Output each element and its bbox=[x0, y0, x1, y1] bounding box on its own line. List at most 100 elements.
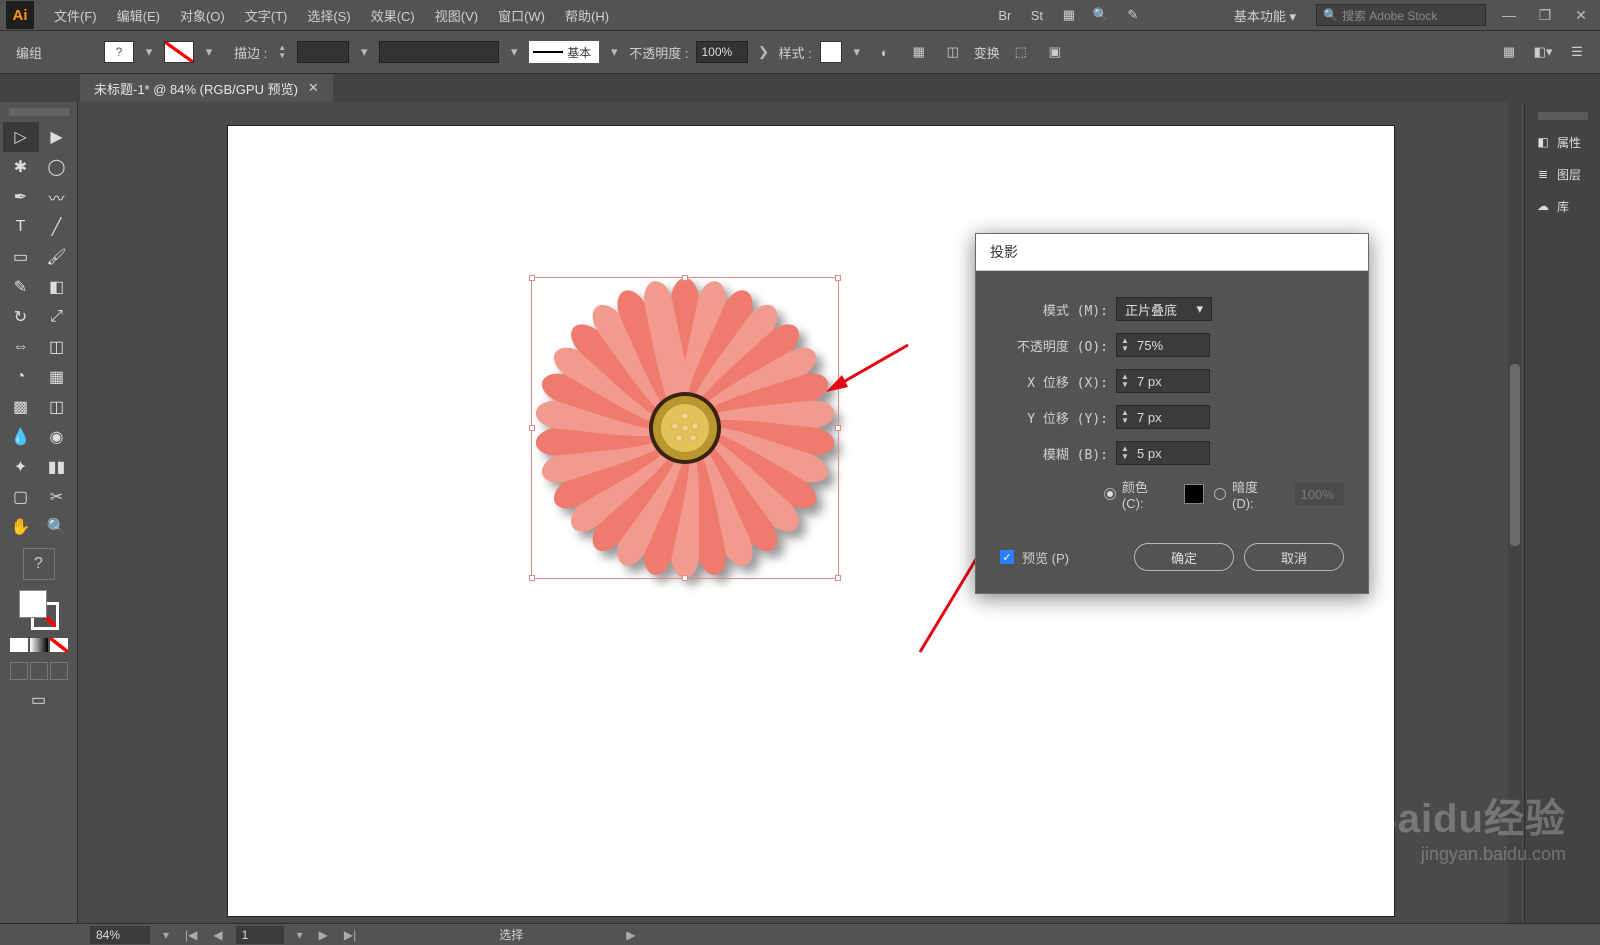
brush-definition[interactable] bbox=[379, 41, 499, 63]
window-close-button[interactable]: ✕ bbox=[1568, 5, 1594, 25]
window-maximize-button[interactable]: ❐ bbox=[1532, 5, 1558, 25]
next-artboard-button[interactable]: ▶ bbox=[316, 928, 331, 942]
eraser-tool[interactable]: ◧ bbox=[39, 272, 75, 302]
menu-effect[interactable]: 效果(C) bbox=[361, 6, 425, 25]
prev-artboard-button[interactable]: ◀ bbox=[210, 928, 225, 942]
handle-tl[interactable] bbox=[529, 275, 535, 281]
stroke-weight-input[interactable] bbox=[297, 41, 349, 63]
menu-object[interactable]: 对象(O) bbox=[170, 6, 235, 25]
handle-mr[interactable] bbox=[835, 425, 841, 431]
stroke-profile-dropdown[interactable]: ▾ bbox=[607, 41, 621, 63]
mask-icon[interactable]: ▣ bbox=[1042, 39, 1068, 65]
shaper-tool[interactable]: ✎ bbox=[3, 272, 39, 302]
artboard-tool[interactable]: ▢ bbox=[3, 482, 39, 512]
fill-stroke-control[interactable] bbox=[19, 590, 59, 630]
x-offset-input[interactable]: ▲▼7 px bbox=[1116, 369, 1210, 393]
handle-ml[interactable] bbox=[529, 425, 535, 431]
unknown-fill-indicator[interactable]: ? bbox=[23, 548, 55, 580]
stock-icon[interactable]: St bbox=[1026, 4, 1048, 26]
handle-tm[interactable] bbox=[682, 275, 688, 281]
curvature-tool[interactable]: 〰 bbox=[39, 182, 75, 212]
line-tool[interactable]: ╱ bbox=[39, 212, 75, 242]
symbol-sprayer-tool[interactable]: ✦ bbox=[3, 452, 39, 482]
menu-type[interactable]: 文字(T) bbox=[235, 6, 298, 25]
y-offset-input[interactable]: ▲▼7 px bbox=[1116, 405, 1210, 429]
type-tool[interactable]: T bbox=[3, 212, 39, 242]
fill-swatch-dropdown[interactable]: ▾ bbox=[142, 41, 156, 63]
style-swatch[interactable] bbox=[820, 41, 842, 63]
isolate-icon[interactable]: ⬚ bbox=[1008, 39, 1034, 65]
panel-toggle-icon[interactable]: ◧▾ bbox=[1530, 39, 1556, 65]
handle-bl[interactable] bbox=[529, 575, 535, 581]
mesh-tool[interactable]: ▩ bbox=[3, 392, 39, 422]
arrange-icon[interactable]: ▦ bbox=[1058, 4, 1080, 26]
selection-tool[interactable]: ▷ bbox=[3, 122, 39, 152]
stroke-weight-dropdown[interactable]: ▾ bbox=[357, 41, 371, 63]
zoom-tool[interactable]: 🔍 bbox=[39, 512, 75, 542]
handle-bm[interactable] bbox=[682, 575, 688, 581]
menu-window[interactable]: 窗口(W) bbox=[488, 6, 555, 25]
mode-none[interactable] bbox=[50, 638, 68, 652]
handle-br[interactable] bbox=[835, 575, 841, 581]
hand-tool[interactable]: ✋ bbox=[3, 512, 39, 542]
color-radio[interactable]: 颜色 (C): bbox=[1104, 477, 1172, 511]
brush-dropdown[interactable]: ▾ bbox=[507, 41, 521, 63]
mode-color[interactable] bbox=[10, 638, 28, 652]
shape-icon[interactable]: ◫ bbox=[940, 39, 966, 65]
workspace-switcher[interactable]: 基本功能 ▾ bbox=[1224, 6, 1306, 25]
stroke-profile[interactable]: 基本 bbox=[529, 41, 599, 63]
selection-bounding-box[interactable] bbox=[531, 277, 839, 579]
dock-library[interactable]: ☁库 bbox=[1525, 190, 1600, 222]
stroke-swatch-dropdown[interactable]: ▾ bbox=[202, 41, 216, 63]
direct-selection-tool[interactable]: ▶ bbox=[39, 122, 75, 152]
darkness-radio[interactable]: 暗度 (D): bbox=[1214, 477, 1282, 511]
mode-gradient[interactable] bbox=[30, 638, 48, 652]
blend-tool[interactable]: ◉ bbox=[39, 422, 75, 452]
width-tool[interactable]: ⇔ bbox=[3, 332, 39, 362]
magic-wand-tool[interactable]: ✱ bbox=[3, 152, 39, 182]
draw-inside[interactable] bbox=[50, 662, 68, 680]
draw-behind[interactable] bbox=[30, 662, 48, 680]
menu-select[interactable]: 选择(S) bbox=[297, 6, 360, 25]
preview-checkbox[interactable]: ✓预览 (P) bbox=[1000, 548, 1069, 567]
status-play-icon[interactable]: ▶ bbox=[623, 928, 638, 942]
handle-tr[interactable] bbox=[835, 275, 841, 281]
slice-tool[interactable]: ✂ bbox=[39, 482, 75, 512]
canvas-area[interactable]: 投影 模式 (M): 正片叠底▾ 不透明度 (O): ▲▼75% X 位移 (X… bbox=[78, 102, 1524, 923]
dock-layers[interactable]: ≣图层 bbox=[1525, 158, 1600, 190]
document-tab[interactable]: 未标题-1* @ 84% (RGB/GPU 预览) ✕ bbox=[80, 74, 333, 102]
bridge-icon[interactable]: Br bbox=[994, 4, 1016, 26]
shape-builder-tool[interactable]: ◔ bbox=[3, 362, 39, 392]
screen-mode-button[interactable]: ▭ bbox=[31, 690, 46, 710]
mode-select[interactable]: 正片叠底▾ bbox=[1116, 297, 1212, 321]
zoom-dropdown[interactable]: ▾ bbox=[160, 928, 172, 942]
scale-tool[interactable]: ⤢ bbox=[39, 302, 75, 332]
rotate-tool[interactable]: ↻ bbox=[3, 302, 39, 332]
menu-edit[interactable]: 编辑(E) bbox=[107, 6, 170, 25]
search-stock-input[interactable]: 🔍搜索 Adobe Stock bbox=[1316, 4, 1486, 26]
paintbrush-tool[interactable]: 🖌 bbox=[39, 242, 75, 272]
close-tab-icon[interactable]: ✕ bbox=[308, 80, 319, 96]
perspective-grid-tool[interactable]: ▦ bbox=[39, 362, 75, 392]
dock-attributes[interactable]: ◧属性 bbox=[1525, 126, 1600, 158]
shadow-color-swatch[interactable] bbox=[1184, 484, 1204, 504]
align-icon[interactable]: ▦ bbox=[906, 39, 932, 65]
vertical-scrollbar[interactable] bbox=[1508, 102, 1522, 923]
eyedropper-tool[interactable]: 💧 bbox=[3, 422, 39, 452]
style-dropdown[interactable]: ▾ bbox=[850, 41, 864, 63]
gradient-tool[interactable]: ◫ bbox=[39, 392, 75, 422]
dock-grip[interactable] bbox=[1538, 112, 1588, 120]
stroke-swatch[interactable] bbox=[164, 41, 194, 63]
zoom-input[interactable]: 84% bbox=[90, 926, 150, 944]
column-graph-tool[interactable]: ▮▮ bbox=[39, 452, 75, 482]
fill-swatch-tool[interactable] bbox=[19, 590, 47, 618]
stroke-weight-spinner[interactable]: ▲▼ bbox=[275, 41, 289, 63]
recolor-icon[interactable]: ◐ bbox=[872, 39, 898, 65]
cancel-button[interactable]: 取消 bbox=[1244, 543, 1344, 571]
dlg-opacity-input[interactable]: ▲▼75% bbox=[1116, 333, 1210, 357]
menu-view[interactable]: 视图(V) bbox=[425, 6, 488, 25]
menu-file[interactable]: 文件(F) bbox=[44, 6, 107, 25]
pen-tool[interactable]: ✒ bbox=[3, 182, 39, 212]
last-artboard-button[interactable]: ▶| bbox=[341, 928, 359, 942]
tools-panel-grip[interactable] bbox=[9, 108, 69, 116]
